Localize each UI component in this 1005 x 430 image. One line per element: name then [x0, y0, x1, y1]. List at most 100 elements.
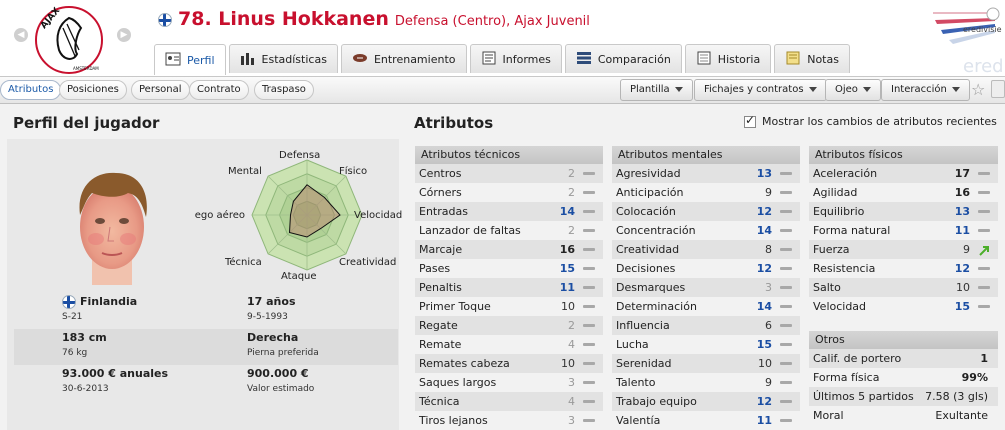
attribute-row[interactable]: Marcaje 16 [415, 240, 603, 259]
attribute-row[interactable]: Lucha 15 [612, 335, 800, 354]
attribute-label: Marcaje [419, 243, 463, 256]
attribute-row[interactable]: Córners 2 [415, 183, 603, 202]
show-changes-toggle[interactable]: Mostrar los cambios de atributos recient… [744, 113, 997, 128]
attribute-row[interactable]: Últimos 5 partidos 7.58 (3 gls) [809, 387, 998, 406]
attribute-row[interactable]: Salto 10 [809, 278, 998, 297]
attribute-label: Agilidad [813, 186, 858, 199]
attribute-value: 4 [568, 395, 575, 408]
trend-up-arrow-icon [978, 244, 990, 256]
attribute-label: Resistencia [813, 262, 876, 275]
attribute-row[interactable]: Equilibrio 13 [809, 202, 998, 221]
attribute-label: Influencia [616, 319, 670, 332]
attribute-row[interactable]: Centros 2 [415, 164, 603, 183]
attribute-row[interactable]: Tiros lejanos 3 [415, 411, 603, 430]
attribute-row[interactable]: Forma natural 11 [809, 221, 998, 240]
attribute-row[interactable]: Primer Toque 10 [415, 297, 603, 316]
subtab-traspaso[interactable]: Traspaso [254, 80, 314, 100]
player-position-club[interactable]: Defensa (Centro), Ajax Juvenil [395, 14, 590, 29]
attribute-row[interactable]: Pases 15 [415, 259, 603, 278]
attribute-row[interactable]: Remate 4 [415, 335, 603, 354]
trend-flat-icon [780, 172, 792, 175]
attribute-row[interactable]: Aceleración 17 [809, 164, 998, 183]
attribute-row[interactable]: Fuerza 9 [809, 240, 998, 259]
nationality[interactable]: Finlandia [80, 295, 137, 308]
tab-notas[interactable]: Notas [774, 44, 850, 73]
attribute-value: 3 [765, 281, 772, 294]
tab-comparaci-n[interactable]: Comparación [564, 44, 682, 73]
chevron-down-icon [951, 86, 960, 92]
info-row-nationality: Finlandia S-21 17 años 9-5-1993 [14, 293, 398, 329]
attribute-row[interactable]: Remates cabeza 10 [415, 354, 603, 373]
attribute-value: 3 [568, 376, 575, 389]
attribute-label: Forma natural [813, 224, 891, 237]
attribute-value: 15 [559, 262, 575, 275]
attribute-row[interactable]: Agresividad 13 [612, 164, 800, 183]
trend-flat-icon [583, 419, 595, 422]
attribute-row[interactable]: Técnica 4 [415, 392, 603, 411]
attribute-row[interactable]: Talento 9 [612, 373, 800, 392]
tab-perfil[interactable]: Perfil [154, 44, 226, 75]
menu-plantilla-button[interactable]: Plantilla [620, 79, 693, 101]
menu-label: Plantilla [630, 84, 670, 95]
attribute-row[interactable]: Regate 2 [415, 316, 603, 335]
panel-toggle-button[interactable] [991, 80, 1005, 98]
tab-estad-sticas[interactable]: Estadísticas [228, 44, 338, 73]
tab-informes[interactable]: Informes [469, 44, 562, 73]
attribute-label: Aceleración [813, 167, 878, 180]
back-arrow-icon[interactable]: ◀ [14, 28, 28, 42]
trend-flat-icon [780, 419, 792, 422]
attribute-value: 11 [559, 281, 575, 294]
contract-expiry: 30-6-2013 [62, 384, 109, 394]
attribute-row[interactable]: Calif. de portero 1 [809, 349, 998, 368]
attribute-label: Decisiones [616, 262, 676, 275]
attribute-label: Calif. de portero [813, 352, 902, 365]
attribute-row[interactable]: Serenidad 10 [612, 354, 800, 373]
attribute-row[interactable]: Entradas 14 [415, 202, 603, 221]
trend-flat-icon [780, 305, 792, 308]
attribute-row[interactable]: Velocidad 15 [809, 297, 998, 316]
attribute-row[interactable]: Colocación 12 [612, 202, 800, 221]
attribute-row[interactable]: Concentración 14 [612, 221, 800, 240]
forward-arrow-icon[interactable]: ▶ [117, 28, 131, 42]
other-value: 7.58 (3 gls) [925, 390, 988, 403]
attribute-row[interactable]: Saques largos 3 [415, 373, 603, 392]
attribute-row[interactable]: Determinación 14 [612, 297, 800, 316]
preferred-foot-label: Pierna preferida [247, 348, 319, 358]
attribute-row[interactable]: Trabajo equipo 12 [612, 392, 800, 411]
attribute-row[interactable]: Decisiones 12 [612, 259, 800, 278]
attribute-label: Entradas [419, 205, 468, 218]
trend-flat-icon [583, 229, 595, 232]
attribute-row[interactable]: Moral Exultante [809, 406, 998, 425]
attribute-row[interactable]: Forma física 99% [809, 368, 998, 387]
menu-ojeo-button[interactable]: Ojeo [825, 79, 881, 101]
subtab-personal[interactable]: Personal [131, 80, 190, 100]
menu-fichajes-y-contratos-button[interactable]: Fichajes y contratos [694, 79, 827, 101]
favorite-star-icon[interactable]: ☆ [971, 80, 985, 99]
mental-attributes-column: Atributos mentales Agresividad 13 Anticipa… [612, 146, 800, 430]
subtab-contrato[interactable]: Contrato [189, 80, 249, 100]
subtab-atributos[interactable]: Atributos [0, 80, 62, 100]
show-changes-checkbox[interactable] [744, 113, 756, 128]
attribute-row[interactable]: Agilidad 16 [809, 183, 998, 202]
attribute-row[interactable]: Desmarques 3 [612, 278, 800, 297]
attribute-row[interactable]: Lanzador de faltas 2 [415, 221, 603, 240]
attribute-row[interactable]: Resistencia 12 [809, 259, 998, 278]
subtab-posiciones[interactable]: Posiciones [59, 80, 127, 100]
attribute-row[interactable]: Anticipación 9 [612, 183, 800, 202]
estimated-value-label: Valor estimado [247, 384, 315, 394]
radar-label-tecnica: Técnica [225, 257, 262, 268]
chevron-down-icon [674, 86, 683, 92]
trend-flat-icon [583, 305, 595, 308]
attribute-row[interactable]: Influencia 6 [612, 316, 800, 335]
profile-section-title: Perfil del jugador [13, 114, 160, 132]
ajax-club-logo: AJAX AMSTERDAM [35, 6, 103, 74]
trend-flat-icon [583, 172, 595, 175]
tab-entrenamiento[interactable]: Entrenamiento [340, 44, 467, 73]
attribute-row[interactable]: Creatividad 8 [612, 240, 800, 259]
tab-historia[interactable]: Historia [684, 44, 772, 73]
menu-interacci-n-button[interactable]: Interacción [881, 79, 970, 101]
trend-flat-icon [780, 362, 792, 365]
attribute-row[interactable]: Penaltis 11 [415, 278, 603, 297]
attribute-row[interactable]: Valentía 11 [612, 411, 800, 430]
attribute-label: Valentía [616, 414, 661, 427]
